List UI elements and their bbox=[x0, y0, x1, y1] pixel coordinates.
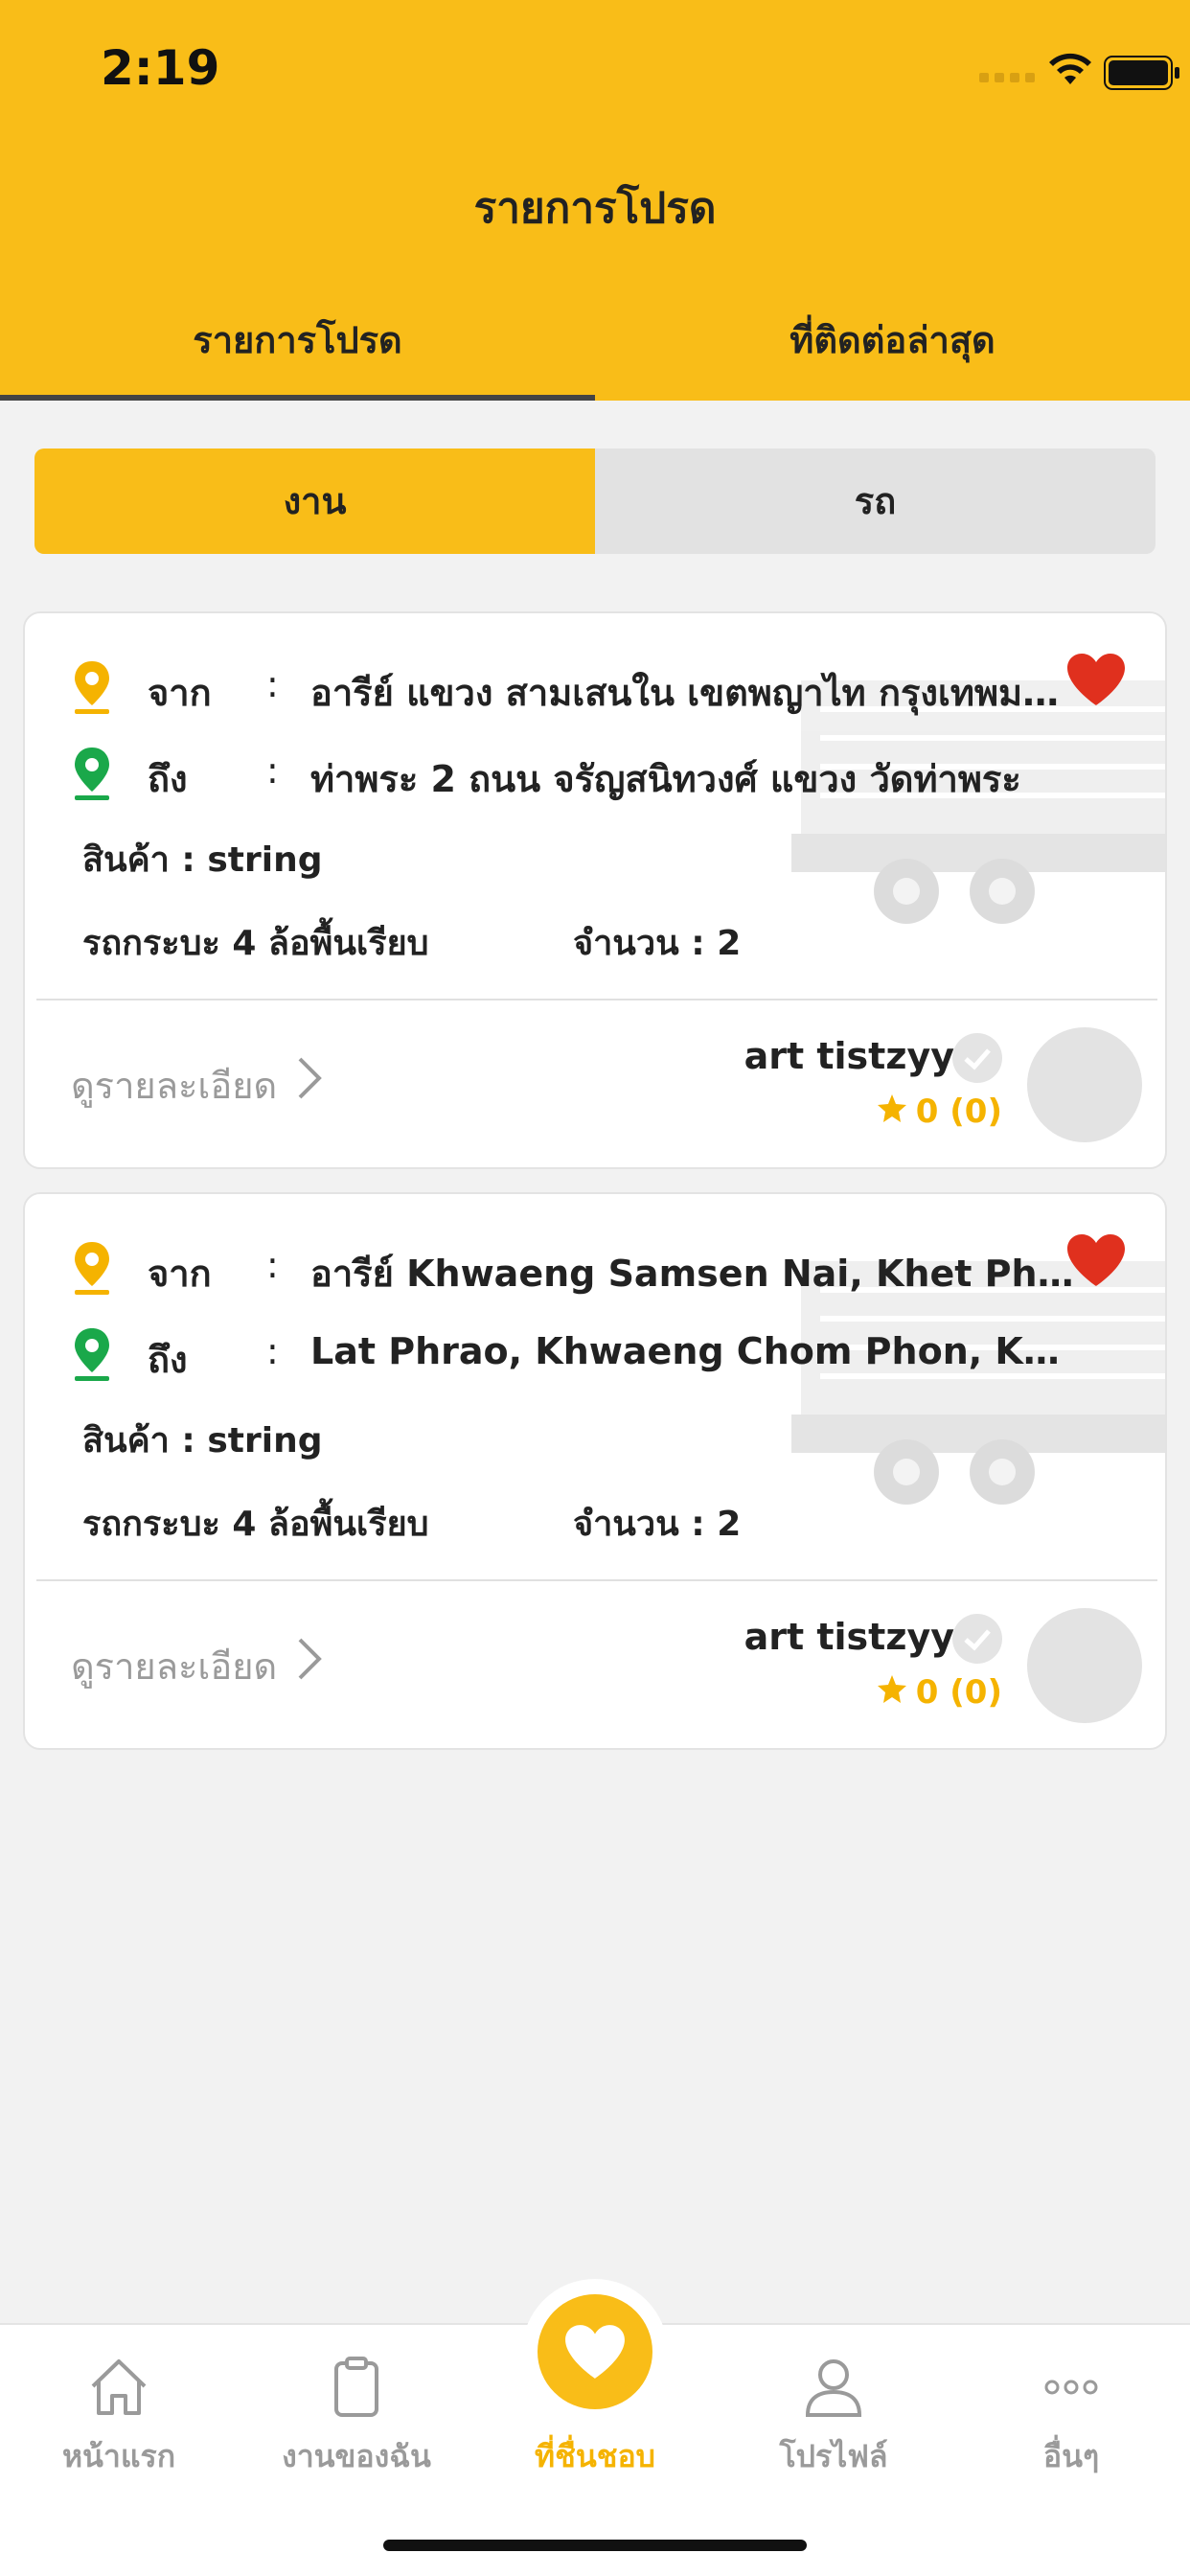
to-row: ถึง : Lat Phrao, Khwaeng Chom Phon, Khet… bbox=[25, 1319, 1165, 1386]
tabbar-label: ที่ชื่นชอบ bbox=[535, 2438, 655, 2474]
from-address: อารีย์ Khwaeng Samsen Nai, Khet Phaya Th… bbox=[310, 1253, 1077, 1295]
from-row: จาก : อารีย์ Khwaeng Samsen Nai, Khet Ph… bbox=[25, 1232, 1165, 1300]
status-icons bbox=[903, 46, 1190, 94]
tabbar-item-home[interactable]: หน้าแรก bbox=[0, 2325, 238, 2517]
to-label: ถึง bbox=[148, 758, 188, 800]
favorite-job-card[interactable]: จาก : อารีย์ Khwaeng Samsen Nai, Khet Ph… bbox=[23, 1192, 1167, 1750]
segment-control: งาน รถ bbox=[34, 448, 1156, 554]
quantity-text: จำนวน : 2 bbox=[573, 924, 742, 963]
vehicle-type: รถกระบะ 4 ล้อพื้นเรียบ bbox=[82, 1505, 429, 1544]
tab-favorites[interactable]: รายการโปรด bbox=[0, 288, 595, 401]
tab-underline bbox=[0, 395, 595, 401]
rating-text: 0 (0) bbox=[915, 1092, 1002, 1131]
heart-icon[interactable] bbox=[1065, 1232, 1127, 1288]
from-row: จาก : อารีย์ แขวง สามเสนใน เขตพญาไท กรุง… bbox=[25, 652, 1165, 719]
chevron-right-icon bbox=[298, 1057, 322, 1099]
divider bbox=[36, 1579, 1157, 1581]
from-address: อารีย์ แขวง สามเสนใน เขตพญาไท กรุงเทพมหา… bbox=[310, 672, 1077, 714]
to-label: ถึง bbox=[148, 1339, 188, 1381]
home-indicator bbox=[383, 2540, 807, 2551]
tabbar-item-my-jobs[interactable]: งานของฉัน bbox=[238, 2325, 475, 2517]
top-tabs: รายการโปรด ที่ติดต่อล่าสุด bbox=[0, 288, 1190, 401]
favorites-fab[interactable] bbox=[538, 2294, 652, 2409]
user-name: art tistzyy bbox=[744, 1616, 954, 1658]
more-icon bbox=[1044, 2380, 1098, 2395]
colon: : bbox=[266, 1330, 279, 1372]
avatar bbox=[1027, 1027, 1142, 1142]
signal-icon bbox=[979, 73, 1035, 82]
user-icon bbox=[805, 2359, 862, 2417]
from-label: จาก bbox=[148, 672, 212, 714]
to-address: Lat Phrao, Khwaeng Chom Phon, Khet Chatu… bbox=[310, 1330, 1077, 1372]
colon: : bbox=[266, 1244, 279, 1286]
status-time: 2:19 bbox=[101, 40, 220, 96]
avatar bbox=[1027, 1608, 1142, 1723]
quantity-text: จำนวน : 2 bbox=[573, 1505, 742, 1544]
page-title: รายการโปรด bbox=[473, 184, 717, 233]
user-name: art tistzyy bbox=[744, 1035, 954, 1077]
tabbar-label: หน้าแรก bbox=[61, 2438, 176, 2474]
segment-jobs[interactable]: งาน bbox=[34, 448, 595, 554]
verified-check-icon bbox=[952, 1033, 1002, 1083]
star-icon bbox=[878, 1094, 906, 1122]
heart-icon[interactable] bbox=[1065, 652, 1127, 707]
home-icon bbox=[91, 2359, 147, 2415]
rating-text: 0 (0) bbox=[915, 1673, 1002, 1712]
verified-check-icon bbox=[952, 1614, 1002, 1664]
favorite-job-card[interactable]: จาก : อารีย์ แขวง สามเสนใน เขตพญาไท กรุง… bbox=[23, 611, 1167, 1169]
star-icon bbox=[878, 1675, 906, 1703]
view-details-link[interactable]: ดูรายละเอียด bbox=[71, 1637, 277, 1695]
header: 2:19 รายการโปรด รายการโปรด ที่ติดต่อล่าส… bbox=[0, 0, 1190, 401]
goods-text: สินค้า : string bbox=[82, 1421, 323, 1460]
colon: : bbox=[266, 663, 279, 705]
heart-icon bbox=[565, 2325, 625, 2379]
tabbar-label: โปรไฟล์ bbox=[779, 2438, 888, 2474]
battery-icon bbox=[1104, 56, 1179, 90]
wifi-icon bbox=[1049, 53, 1091, 84]
clipboard-icon bbox=[334, 2357, 378, 2417]
tabbar-label: อื่นๆ bbox=[1042, 2438, 1100, 2474]
from-label: จาก bbox=[148, 1253, 212, 1295]
colon: : bbox=[266, 749, 279, 792]
location-pin-icon bbox=[75, 748, 109, 800]
chevron-right-icon bbox=[298, 1638, 322, 1680]
vehicle-type: รถกระบะ 4 ล้อพื้นเรียบ bbox=[82, 924, 429, 963]
tabbar-item-profile[interactable]: โปรไฟล์ bbox=[715, 2325, 952, 2517]
goods-text: สินค้า : string bbox=[82, 840, 323, 880]
to-row: ถึง : ท่าพระ 2 ถนน จรัญสนิทวงศ์ แขวง วัด… bbox=[25, 738, 1165, 805]
location-pin-icon bbox=[75, 1242, 109, 1295]
divider bbox=[36, 999, 1157, 1000]
view-details-link[interactable]: ดูรายละเอียด bbox=[71, 1056, 277, 1115]
to-address: ท่าพระ 2 ถนน จรัญสนิทวงศ์ แขวง วัดท่าพระ bbox=[310, 758, 1021, 800]
location-pin-icon bbox=[75, 1328, 109, 1381]
location-pin-icon bbox=[75, 661, 109, 714]
tab-recent-contacts[interactable]: ที่ติดต่อล่าสุด bbox=[595, 288, 1190, 401]
tabbar-item-more[interactable]: อื่นๆ bbox=[952, 2325, 1190, 2517]
segment-vehicles[interactable]: รถ bbox=[595, 448, 1156, 554]
tabbar-label: งานของฉัน bbox=[282, 2438, 431, 2474]
